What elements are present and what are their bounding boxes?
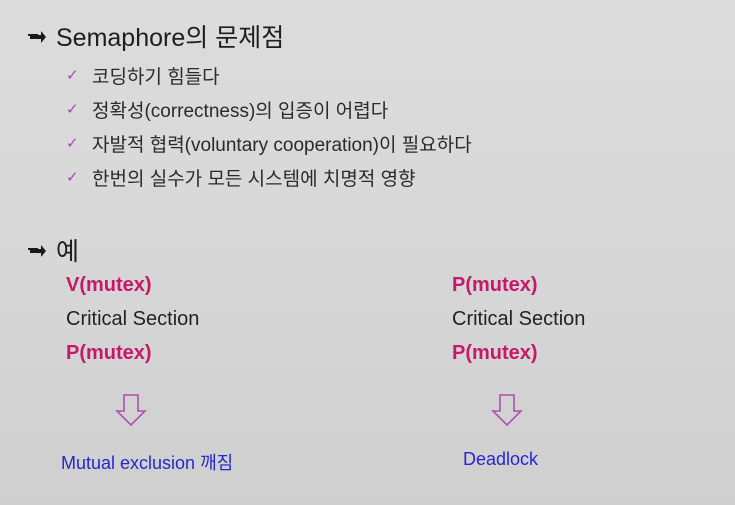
list-item-text: 코딩하기 힘들다 xyxy=(92,66,220,88)
arrow-bullet-icon xyxy=(28,31,46,43)
heading-problems: Semaphore의 문제점 xyxy=(26,18,284,54)
result-right: Deadlock xyxy=(463,449,539,469)
example-left-line-2: Critical Section xyxy=(66,308,200,330)
check-icon: ✓ xyxy=(66,67,79,84)
heading-example-text: 예 xyxy=(56,238,80,266)
arrow-bullet-icon xyxy=(28,245,46,257)
list-item-text: 정확성(correctness)의 입증이 어렵다 xyxy=(92,100,389,122)
check-icon: ✓ xyxy=(66,135,79,152)
problem-list: ✓ 코딩하기 힘들다 ✓ 정확성(correctness)의 입증이 어렵다 ✓… xyxy=(66,58,472,194)
heading-problems-text: Semaphore의 문제점 xyxy=(56,24,285,52)
heading-example: 예 xyxy=(26,232,79,268)
list-item: ✓ 코딩하기 힘들다 xyxy=(66,58,472,92)
list-item: ✓ 자발적 협력(voluntary cooperation)이 필요하다 xyxy=(66,126,472,160)
example-right-line-2: Critical Section xyxy=(452,308,586,330)
slide: Semaphore의 문제점 ✓ 코딩하기 힘들다 ✓ 정확성(correctn… xyxy=(0,0,735,505)
example-right-line-1: P(mutex) xyxy=(452,274,538,296)
list-item-text: 자발적 협력(voluntary cooperation)이 필요하다 xyxy=(92,134,472,156)
example-right-line-3: P(mutex) xyxy=(452,342,538,364)
list-item: ✓ 한번의 실수가 모든 시스템에 치명적 영향 xyxy=(66,160,472,194)
example-left-line-3: P(mutex) xyxy=(66,342,152,364)
example-left: V(mutex) Critical Section P(mutex) xyxy=(66,268,199,370)
result-left: Mutual exclusion 깨짐 xyxy=(61,453,234,473)
check-icon: ✓ xyxy=(66,101,79,118)
list-item: ✓ 정확성(correctness)의 입증이 어렵다 xyxy=(66,92,472,126)
example-right: P(mutex) Critical Section P(mutex) xyxy=(452,268,585,370)
list-item-text: 한번의 실수가 모든 시스템에 치명적 영향 xyxy=(92,168,416,190)
example-left-line-1: V(mutex) xyxy=(66,274,152,296)
hollow-down-arrow-icon xyxy=(115,394,147,427)
check-icon: ✓ xyxy=(66,169,79,186)
hollow-down-arrow-icon xyxy=(491,394,523,427)
